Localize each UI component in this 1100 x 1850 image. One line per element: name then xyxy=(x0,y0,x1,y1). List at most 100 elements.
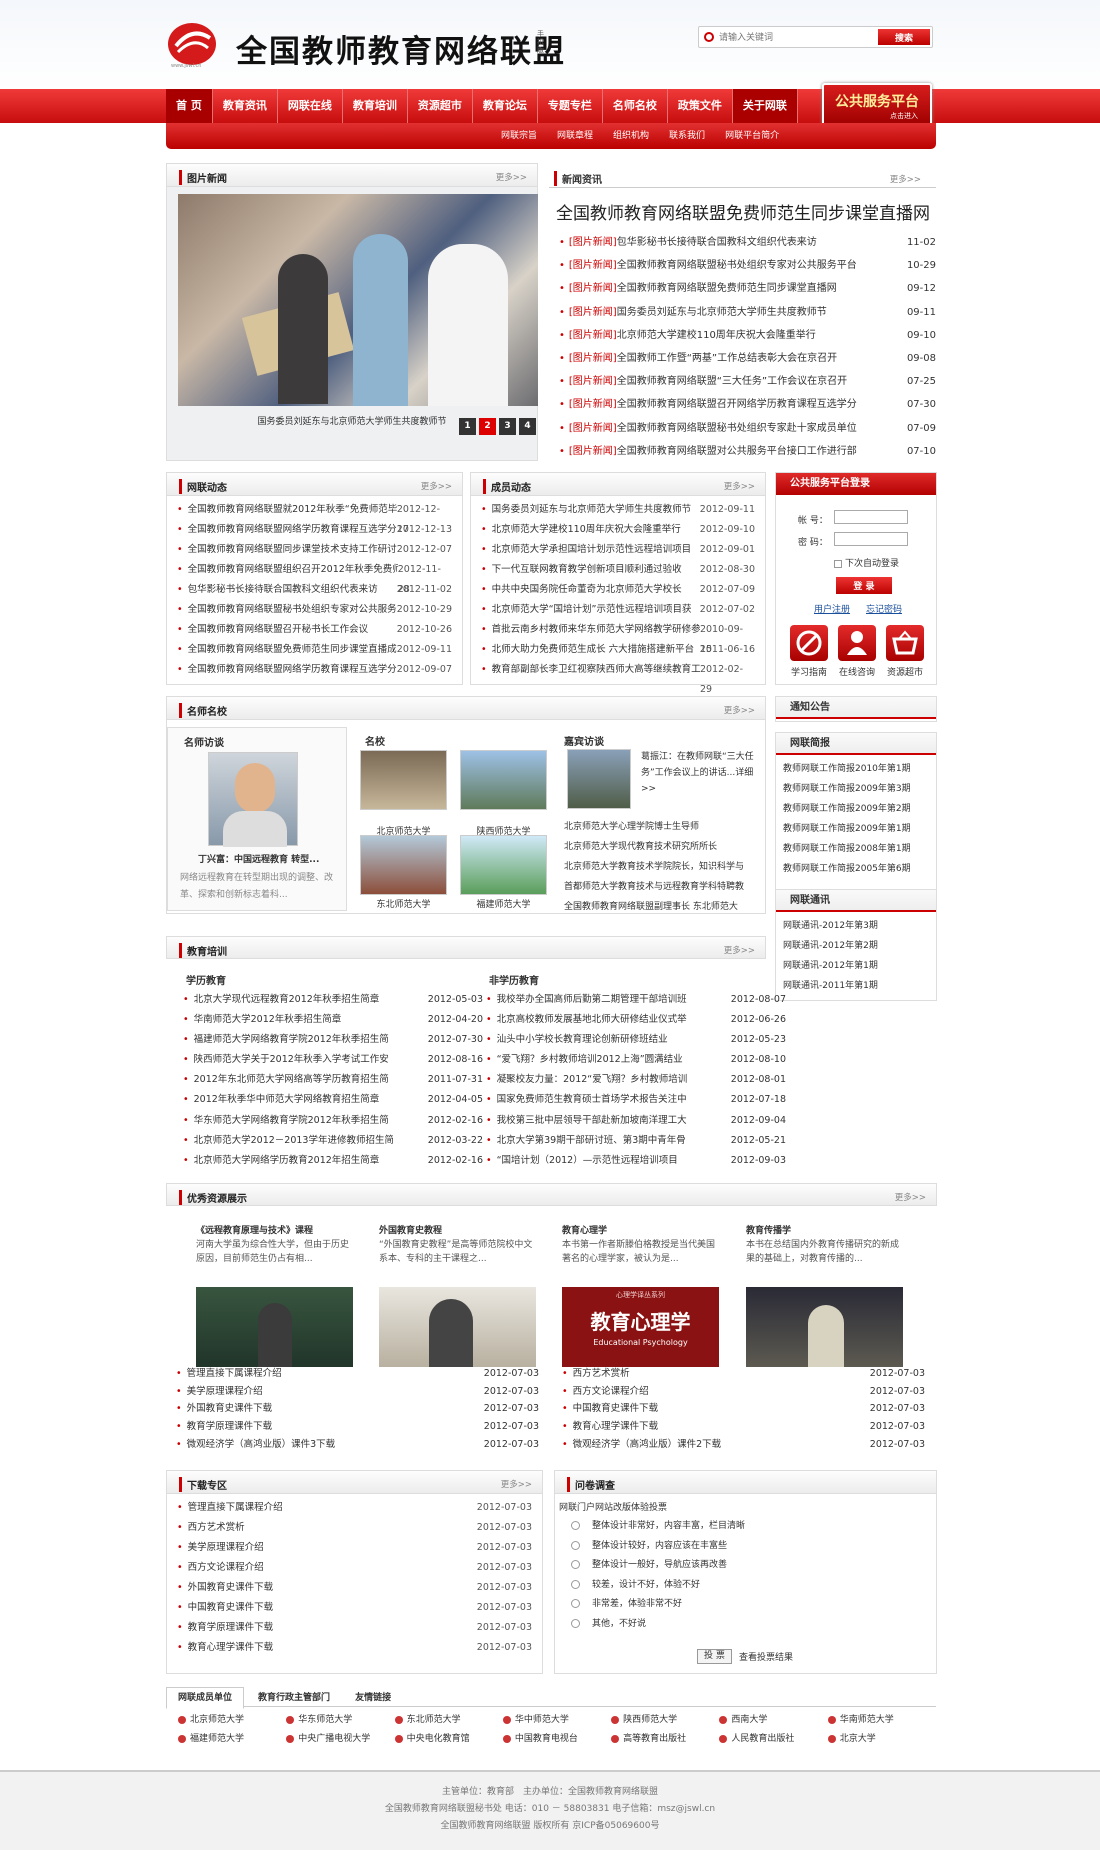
list-item[interactable]: 北京师范大学教育技术学院院长，知识科学与 xyxy=(564,857,764,877)
nav-item-policy[interactable]: 政策文件 xyxy=(668,89,733,123)
link-item[interactable]: 中国教育电视台 xyxy=(503,1732,611,1747)
list-item[interactable]: 首都师范大学教育技术与远程教育学科特聘教 xyxy=(564,877,764,897)
nav-item-topics[interactable]: 专题专栏 xyxy=(538,89,603,123)
resource-image[interactable] xyxy=(746,1287,903,1367)
list-item[interactable]: 北京大学现代远程教育2012年秋季招生简章2012-05-03 xyxy=(183,990,483,1010)
list-item[interactable]: 中国教育史课件下载2012-07-03 xyxy=(167,1598,542,1618)
list-item[interactable]: 教师网联工作简报2009年第3期 xyxy=(776,779,936,799)
online-consult-label[interactable]: 在线咨询 xyxy=(833,665,881,678)
list-item[interactable]: 福建师范大学网络教育学院2012年秋季招生简2012-07-30 xyxy=(183,1030,483,1050)
news-row[interactable]: [图片新闻]全国教师教育网络联盟召开网络学历教育课程互选学分07-30 xyxy=(549,393,936,416)
list-item[interactable]: 管理直接下属课程介绍2012-07-03 xyxy=(167,1498,542,1518)
forgot-password-link[interactable]: 忘记密码 xyxy=(866,602,902,615)
resource-card[interactable]: 教育心理学 本书第一作者斯滕伯格教授是当代美国著名的心理学家，被认为是... 心理… xyxy=(562,1223,722,1367)
study-guide-label[interactable]: 学习指南 xyxy=(785,665,833,678)
teacher-caption[interactable]: 丁兴富：中国远程教育 转型... xyxy=(198,852,319,865)
training-more-link[interactable]: 更多>> xyxy=(724,944,755,956)
auto-login-checkbox[interactable] xyxy=(834,559,842,568)
username-input[interactable] xyxy=(834,510,908,524)
subnav-item-charter[interactable]: 网联章程 xyxy=(547,123,603,149)
news-row[interactable]: [图片新闻]全国教师工作暨“两基”工作总结表彰大会在京召开09-08 xyxy=(549,347,936,370)
radio-button[interactable] xyxy=(571,1579,580,1589)
survey-option[interactable]: 整体设计非常好，内容丰富，栏目清晰 xyxy=(555,1517,936,1537)
school-thumb-nenu[interactable] xyxy=(360,835,447,895)
photo-caption[interactable]: 国务委员刘延东与北京师范大学师生共度教师节 xyxy=(167,414,537,427)
list-item[interactable]: 北京师范大学现代教育技术研究所所长 xyxy=(564,837,764,857)
link-item[interactable]: 华南师范大学 xyxy=(828,1713,936,1728)
nav-item-online[interactable]: 网联在线 xyxy=(278,89,343,123)
list-item[interactable]: 北京大学第39期干部研讨班、第3期中青年骨2012-05-21 xyxy=(486,1131,786,1151)
list-item[interactable]: 外国教育史课件下载2012-07-03 xyxy=(176,1400,539,1418)
news-row[interactable]: [图片新闻]国务委员刘延东与北京师范大学师生共度教师节09-11 xyxy=(549,301,936,324)
list-item[interactable]: 全国教师教育网络联盟召开秘书长工作会议2012-10-26 xyxy=(167,620,462,640)
list-item[interactable]: “国培计划（2012）—示范性远程培训项目2012-09-03 xyxy=(486,1151,786,1171)
link-item[interactable]: 北京大学 xyxy=(828,1732,936,1747)
list-item[interactable]: 华东师范大学网络教育学院2012年秋季招生简2012-02-16 xyxy=(183,1111,483,1131)
online-consult-icon[interactable] xyxy=(838,625,876,661)
list-item[interactable]: 西方文论课程介绍2012-07-03 xyxy=(562,1383,925,1401)
link-item[interactable]: 福建师范大学 xyxy=(178,1732,286,1747)
resource-card[interactable]: 教育传播学 本书在总结国内外教育传播研究的新成果的基础上，对教育传播的... xyxy=(746,1223,906,1367)
list-item[interactable]: 包华影秘书长接待联合国教科文组织代表来访2012-11-02 xyxy=(167,580,462,600)
news-row[interactable]: [图片新闻]全国教师教育网络联盟对公共服务平台接口工作进行部07-10 xyxy=(549,440,936,463)
list-item[interactable]: 全国教师教育网络联盟免费师范生同步课堂直播成2012-09-11 xyxy=(167,640,462,660)
login-button[interactable]: 登 录 xyxy=(836,577,892,594)
public-platform-button[interactable]: 公共服务平台 点击进入 xyxy=(822,83,932,127)
list-item[interactable]: 国务委员刘延东与北京师范大学师生共度教师节2012-09-11 xyxy=(471,500,765,520)
guest-quote[interactable]: 葛振江：在教师网联“三大任务”工作会议上的讲话...详细>> xyxy=(641,749,757,797)
list-item[interactable]: 北京高校教师发展基地北师大研修结业仪式举2012-06-26 xyxy=(486,1010,786,1030)
school-thumb-bnu[interactable] xyxy=(360,750,447,810)
survey-option[interactable]: 其他，不好说 xyxy=(555,1615,936,1635)
tab-member-units[interactable]: 网联成员单位 xyxy=(166,1687,245,1709)
list-item[interactable]: 教师网联工作简报2010年第1期 xyxy=(776,759,936,779)
nav-item-resources[interactable]: 资源超市 xyxy=(408,89,473,123)
news-row[interactable]: [图片新闻]全国教师教育网络联盟秘书处组织专家对公共服务平台10-29 xyxy=(549,254,936,277)
list-item[interactable]: 网联通讯-2012年第2期 xyxy=(776,936,936,956)
schools-more-link[interactable]: 更多>> xyxy=(724,704,755,716)
list-item[interactable]: 中共中央国务院任命董奇为北京师范大学校长2012-07-09 xyxy=(471,580,765,600)
nav-item-schools[interactable]: 名师名校 xyxy=(603,89,668,123)
list-item[interactable]: 教育心理学课件下载2012-07-03 xyxy=(562,1418,925,1436)
link-item[interactable]: 华中师范大学 xyxy=(503,1713,611,1728)
study-guide-icon[interactable] xyxy=(790,625,828,661)
link-item[interactable]: 中央电化教育馆 xyxy=(395,1732,503,1747)
password-input[interactable] xyxy=(834,532,908,546)
subnav-item-contact[interactable]: 联系我们 xyxy=(659,123,715,149)
guest-photo[interactable] xyxy=(567,749,631,809)
news-headline[interactable]: 全国教师教育网络联盟免费师范生同步课堂直播网 xyxy=(556,199,930,224)
list-item[interactable]: 西方艺术赏析2012-07-03 xyxy=(167,1518,542,1538)
news-row[interactable]: [图片新闻]包华影秘书长接待联合国教科文组织代表来访11-02 xyxy=(549,231,936,254)
link-item[interactable]: 高等教育出版社 xyxy=(611,1732,719,1747)
school-name[interactable]: 东北师范大学 xyxy=(360,897,447,910)
list-item[interactable]: 下一代互联网教育教学创新项目顺利通过验收2012-08-30 xyxy=(471,560,765,580)
resource-image[interactable] xyxy=(196,1287,353,1367)
link-item[interactable]: 人民教育出版社 xyxy=(719,1732,827,1747)
list-item[interactable]: 北京师范大学“国培计划”示范性远程培训项目获2012-07-02 xyxy=(471,600,765,620)
photo-news-more-link[interactable]: 更多>> xyxy=(496,171,527,183)
download-more-link[interactable]: 更多>> xyxy=(501,1478,532,1490)
subnav-item-purpose[interactable]: 网联宗旨 xyxy=(491,123,547,149)
list-item[interactable]: 教师网联工作简报2008年第1期 xyxy=(776,839,936,859)
list-item[interactable]: 教育部副部长李卫红视察陕西师大高等继续教育工2012-02-29 xyxy=(471,660,765,695)
subnav-item-org[interactable]: 组织机构 xyxy=(603,123,659,149)
list-item[interactable]: 陕西师范大学关于2012年秋季入学考试工作安2012-08-16 xyxy=(183,1050,483,1070)
list-item[interactable]: 我校举办全国高师后勤第二期管理干部培训班2012-08-07 xyxy=(486,990,786,1010)
teacher-photo[interactable] xyxy=(208,752,298,847)
news-row[interactable]: [图片新闻]全国教师教育网络联盟秘书处组织专家赴十家成员单位07-09 xyxy=(549,417,936,440)
radio-button[interactable] xyxy=(571,1540,580,1550)
nav-item-about[interactable]: 关于网联 xyxy=(732,89,798,123)
list-item[interactable]: 2012年秋季华中师范大学网络教育招生简章2012-04-05 xyxy=(183,1090,483,1110)
link-item[interactable]: 西南大学 xyxy=(719,1713,827,1728)
survey-option[interactable]: 整体设计较好，内容应该在丰富些 xyxy=(555,1537,936,1557)
list-item[interactable]: 网联通讯-2012年第3期 xyxy=(776,916,936,936)
radio-button[interactable] xyxy=(571,1599,580,1608)
list-item[interactable]: 全国教师教育网络联盟副理事长 东北师范大 xyxy=(564,897,764,917)
list-item[interactable]: 网联通讯-2012年第1期 xyxy=(776,956,936,976)
tab-admin-depts[interactable]: 教育行政主管部门 xyxy=(247,1688,341,1708)
list-item[interactable]: 教育学原理课件下载2012-07-03 xyxy=(176,1418,539,1436)
school-thumb-fjnu[interactable] xyxy=(460,835,547,895)
news-row[interactable]: [图片新闻]全国教师教育网络联盟免费师范生同步课堂直播网09-12 xyxy=(549,277,936,300)
list-item[interactable]: 全国教师教育网络联盟就2012年秋季“免费师范毕2012-12-17 xyxy=(167,500,462,535)
tab-friend-links[interactable]: 友情链接 xyxy=(344,1688,402,1708)
list-item[interactable]: 北京师范大学承担国培计划示范性远程培训项目2012-09-01 xyxy=(471,540,765,560)
